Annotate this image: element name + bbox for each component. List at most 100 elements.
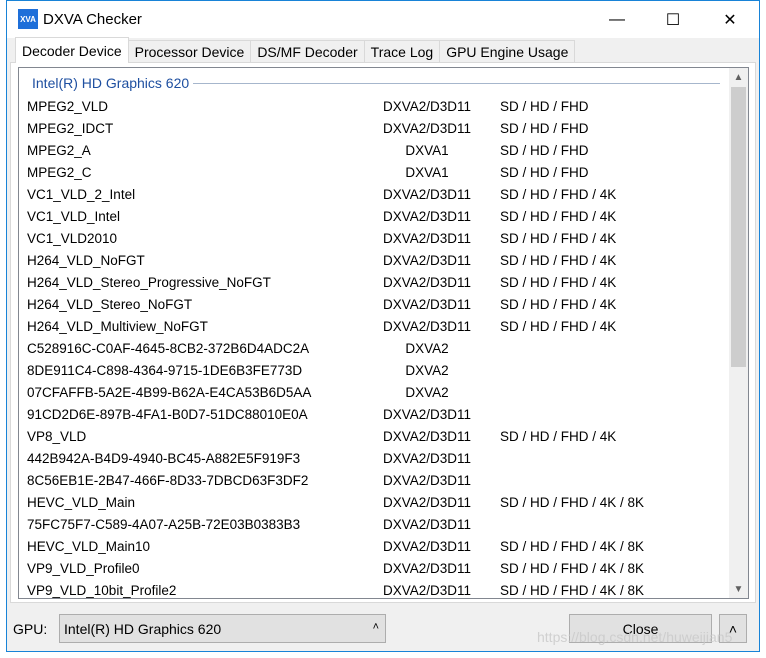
close-window-button[interactable]: ✕ bbox=[707, 1, 753, 38]
maximize-button[interactable]: ☐ bbox=[650, 1, 696, 38]
decoder-device-panel: Intel(R) HD Graphics 620 MPEG2_VLD DXVA2/… bbox=[10, 62, 756, 603]
decoder-name: HEVC_VLD_Main bbox=[27, 495, 136, 510]
api: DXVA2/D3D11 bbox=[382, 121, 472, 136]
api: DXVA2 bbox=[405, 341, 449, 356]
api: DXVA2 bbox=[405, 363, 449, 378]
vertical-scrollbar[interactable]: ▲ ▼ bbox=[729, 68, 748, 598]
gpu-select-value: Intel(R) HD Graphics 620 bbox=[64, 621, 222, 637]
chevron-up-icon: ˄ bbox=[372, 621, 379, 633]
group-header: Intel(R) HD Graphics 620 bbox=[32, 75, 194, 91]
decoder-name: 8C56EB1E-2B47-466F-8D33-7DBCD63F3DF2 bbox=[27, 473, 309, 488]
decoder-name: H264_VLD_Multiview_NoFGT bbox=[27, 319, 208, 334]
decoder-name: VP9_VLD_Profile0 bbox=[27, 561, 140, 576]
tab-processor-device[interactable]: Processor Device bbox=[127, 40, 252, 63]
api: DXVA2/D3D11 bbox=[382, 517, 472, 532]
resolutions: SD / HD / FHD / 4K / 8K bbox=[500, 583, 645, 598]
decoder-name: HEVC_VLD_Main10 bbox=[27, 539, 151, 554]
api: DXVA2/D3D11 bbox=[382, 473, 472, 488]
resolutions: SD / HD / FHD / 4K bbox=[500, 209, 617, 224]
decoder-row[interactable]: VP9_VLD_Profile0 DXVA2/D3D11 SD / HD / FHD… bbox=[27, 561, 727, 583]
decoder-name: MPEG2_IDCT bbox=[27, 121, 114, 136]
decoder-name: VP9_VLD_10bit_Profile2 bbox=[27, 583, 177, 598]
api: DXVA1 bbox=[405, 165, 449, 180]
resolutions: SD / HD / FHD / 4K / 8K bbox=[500, 539, 645, 554]
dxva-checker-window: XVA DXVA Checker — ☐ ✕ Decoder Device Pro… bbox=[6, 0, 760, 652]
api: DXVA2/D3D11 bbox=[382, 187, 472, 202]
resolutions: SD / HD / FHD / 4K / 8K bbox=[500, 561, 645, 576]
decoder-name: 91CD2D6E-897B-4FA1-B0D7-51DC88010E0A bbox=[27, 407, 308, 422]
api: DXVA2/D3D11 bbox=[382, 231, 472, 246]
decoder-row[interactable]: MPEG2_VLD DXVA2/D3D11 SD / HD / FHD bbox=[27, 99, 727, 121]
resolutions: SD / HD / FHD bbox=[500, 121, 589, 136]
resolutions: SD / HD / FHD / 4K bbox=[500, 275, 617, 290]
decoder-name: C528916C-C0AF-4645-8CB2-372B6D4ADC2A bbox=[27, 341, 310, 356]
decoder-name: MPEG2_VLD bbox=[27, 99, 109, 114]
decoder-name: MPEG2_A bbox=[27, 143, 91, 158]
resolutions: SD / HD / FHD / 4K bbox=[500, 297, 617, 312]
scroll-up-button[interactable]: ▲ bbox=[729, 68, 748, 86]
decoder-row[interactable]: VC1_VLD_2_Intel DXVA2/D3D11 SD / HD / FHD … bbox=[27, 187, 727, 209]
decoder-row[interactable]: HEVC_VLD_Main DXVA2/D3D11 SD / HD / FHD / … bbox=[27, 495, 727, 517]
decoder-row[interactable]: HEVC_VLD_Main10 DXVA2/D3D11 SD / HD / FHD … bbox=[27, 539, 727, 561]
decoder-name: H264_VLD_Stereo_NoFGT bbox=[27, 297, 193, 312]
decoder-row[interactable]: VC1_VLD2010 DXVA2/D3D11 SD / HD / FHD / 4K bbox=[27, 231, 727, 253]
decoder-name: 75FC75F7-C589-4A07-A25B-72E03B0383B3 bbox=[27, 517, 301, 532]
api: DXVA2/D3D11 bbox=[382, 583, 472, 598]
api: DXVA2/D3D11 bbox=[382, 209, 472, 224]
api: DXVA2 bbox=[405, 385, 449, 400]
decoder-row[interactable]: MPEG2_C DXVA1 SD / HD / FHD bbox=[27, 165, 727, 187]
minimize-button[interactable]: — bbox=[594, 1, 640, 38]
scroll-down-button[interactable]: ▼ bbox=[729, 580, 748, 598]
scroll-thumb[interactable] bbox=[731, 87, 746, 367]
resolutions: SD / HD / FHD / 4K bbox=[500, 231, 617, 246]
api: DXVA2/D3D11 bbox=[382, 495, 472, 510]
api: DXVA2/D3D11 bbox=[382, 539, 472, 554]
decoder-name: H264_VLD_Stereo_Progressive_NoFGT bbox=[27, 275, 271, 290]
decoder-row[interactable]: H264_VLD_Stereo_NoFGT DXVA2/D3D11 SD / HD … bbox=[27, 297, 727, 319]
decoder-row[interactable]: H264_VLD_NoFGT DXVA2/D3D11 SD / HD / FHD /… bbox=[27, 253, 727, 275]
decoder-name: H264_VLD_NoFGT bbox=[27, 253, 145, 268]
api: DXVA2/D3D11 bbox=[382, 561, 472, 576]
decoder-row[interactable]: H264_VLD_Stereo_Progressive_NoFGT DXVA2/D… bbox=[27, 275, 727, 297]
tab-bar: Decoder Device Processor Device DS/MF Deco… bbox=[15, 37, 576, 63]
resolutions: SD / HD / FHD / 4K / 8K bbox=[500, 495, 645, 510]
api: DXVA2/D3D11 bbox=[382, 451, 472, 466]
api: DXVA1 bbox=[405, 143, 449, 158]
api: DXVA2/D3D11 bbox=[382, 275, 472, 290]
decoder-name: 442B942A-B4D9-4940-BC45-A882E5F919F3 bbox=[27, 451, 301, 466]
decoder-row[interactable]: 8C56EB1E-2B47-466F-8D33-7DBCD63F3DF2 DXVA… bbox=[27, 473, 727, 495]
decoder-name: MPEG2_C bbox=[27, 165, 92, 180]
app-icon: XVA bbox=[18, 9, 38, 29]
decoder-row[interactable]: 75FC75F7-C589-4A07-A25B-72E03B0383B3 DXVA… bbox=[27, 517, 727, 539]
api: DXVA2/D3D11 bbox=[382, 319, 472, 334]
decoder-row[interactable]: VC1_VLD_Intel DXVA2/D3D11 SD / HD / FHD / … bbox=[27, 209, 727, 231]
decoder-name: 8DE911C4-C898-4364-9715-1DE6B3FE773D bbox=[27, 363, 303, 378]
resolutions: SD / HD / FHD / 4K bbox=[500, 429, 617, 444]
decoder-row[interactable]: 8DE911C4-C898-4364-9715-1DE6B3FE773D DXVA… bbox=[27, 363, 727, 385]
decoder-row[interactable]: MPEG2_IDCT DXVA2/D3D11 SD / HD / FHD bbox=[27, 121, 727, 143]
api: DXVA2/D3D11 bbox=[382, 297, 472, 312]
decoder-row[interactable]: 91CD2D6E-897B-4FA1-B0D7-51DC88010E0A DXVA… bbox=[27, 407, 727, 429]
watermark: https://blog.csdn.net/huweijian5 bbox=[537, 629, 733, 645]
api: DXVA2/D3D11 bbox=[382, 99, 472, 114]
decoder-row[interactable]: MPEG2_A DXVA1 SD / HD / FHD bbox=[27, 143, 727, 165]
decoder-row[interactable]: VP8_VLD DXVA2/D3D11 SD / HD / FHD / 4K bbox=[27, 429, 727, 451]
decoder-row[interactable]: C528916C-C0AF-4645-8CB2-372B6D4ADC2A DXVA… bbox=[27, 341, 727, 363]
tab-trace-log[interactable]: Trace Log bbox=[363, 40, 441, 63]
decoder-row[interactable]: H264_VLD_Multiview_NoFGT DXVA2/D3D11 SD / … bbox=[27, 319, 727, 341]
tab-decoder-device[interactable]: Decoder Device bbox=[15, 37, 129, 63]
resolutions: SD / HD / FHD bbox=[500, 165, 589, 180]
gpu-select[interactable]: Intel(R) HD Graphics 620 ˄ bbox=[59, 614, 386, 643]
tab-ds-mf-decoder[interactable]: DS/MF Decoder bbox=[250, 40, 365, 63]
tab-gpu-engine-usage[interactable]: GPU Engine Usage bbox=[439, 40, 576, 63]
api: DXVA2/D3D11 bbox=[382, 253, 472, 268]
gpu-label: GPU: bbox=[13, 621, 48, 637]
decoder-row[interactable]: 442B942A-B4D9-4940-BC45-A882E5F919F3 DXVA… bbox=[27, 451, 727, 473]
resolutions: SD / HD / FHD bbox=[500, 143, 589, 158]
decoder-row[interactable]: 07CFAFFB-5A2E-4B99-B62A-E4CA53B6D5AA DXVA… bbox=[27, 385, 727, 407]
resolutions: SD / HD / FHD / 4K bbox=[500, 319, 617, 334]
decoder-name: VP8_VLD bbox=[27, 429, 87, 444]
decoder-name: VC1_VLD_2_Intel bbox=[27, 187, 136, 202]
decoder-row[interactable]: VP9_VLD_10bit_Profile2 DXVA2/D3D11 SD / HD… bbox=[27, 583, 727, 598]
title-bar: XVA DXVA Checker — ☐ ✕ bbox=[7, 1, 759, 38]
